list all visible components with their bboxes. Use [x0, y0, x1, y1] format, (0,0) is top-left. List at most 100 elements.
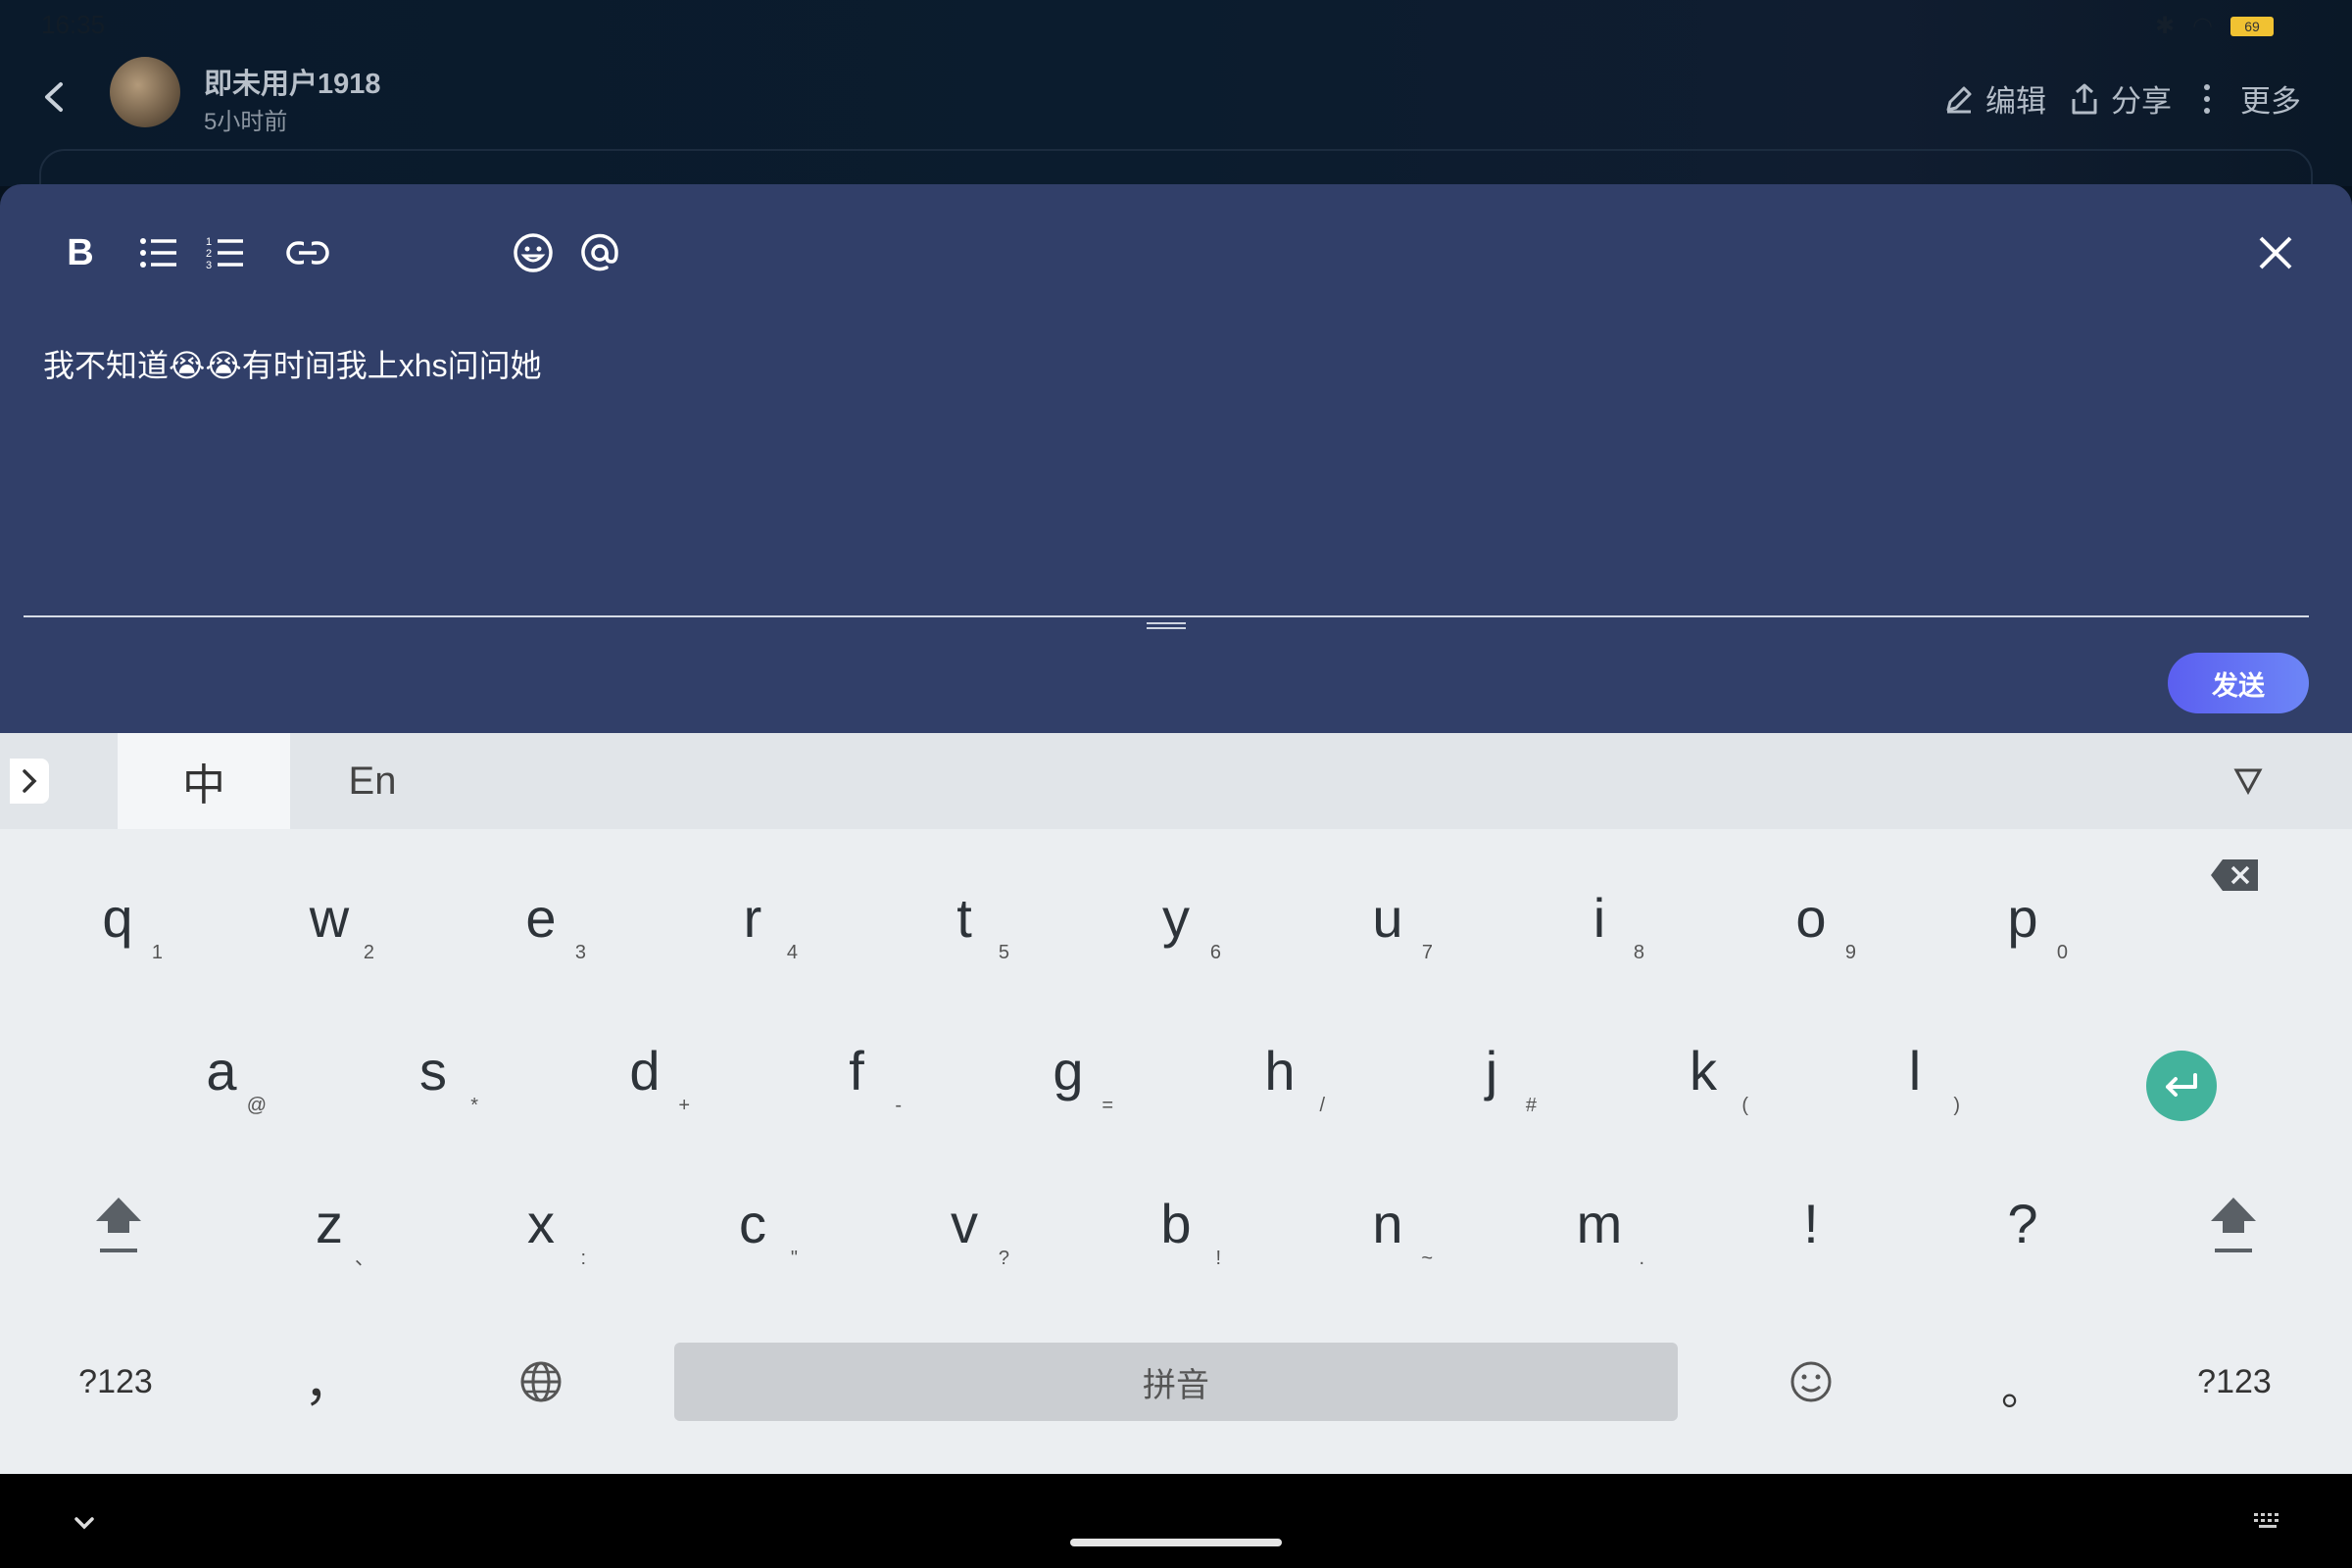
key-hint: 9: [1844, 942, 1856, 963]
shift-icon: [96, 1198, 141, 1252]
at-icon: [581, 233, 618, 271]
key-q[interactable]: q1: [59, 866, 176, 974]
link-button[interactable]: [280, 225, 335, 280]
key-hint: 8: [1633, 942, 1644, 963]
shift-key-left[interactable]: [74, 1184, 163, 1272]
space-key[interactable]: 拼音: [674, 1343, 1678, 1421]
key-a[interactable]: a @: [163, 1019, 280, 1127]
key-k[interactable]: k(: [1644, 1019, 1762, 1127]
share-label: 分享: [2111, 84, 2172, 119]
key-label: u: [1372, 887, 1403, 949]
key-r[interactable]: r4: [694, 866, 811, 974]
key-label: !: [1803, 1193, 1819, 1254]
key-b[interactable]: b!: [1117, 1172, 1235, 1280]
backspace-key[interactable]: [2199, 841, 2270, 909]
key-s[interactable]: s *: [374, 1019, 492, 1127]
key-hint: 6: [1209, 942, 1221, 963]
key-u[interactable]: u7: [1329, 866, 1446, 974]
keyboard-switch-button[interactable]: [2252, 1509, 2283, 1533]
bold-icon: B: [67, 231, 94, 273]
key-hint: 3: [574, 942, 586, 963]
close-icon: [2259, 236, 2292, 270]
key-o[interactable]: o9: [1752, 866, 1870, 974]
key-label: m: [1576, 1193, 1623, 1254]
key-hint: .: [1639, 1248, 1644, 1269]
key-hint: ?: [998, 1248, 1009, 1269]
soft-keyboard: 中 En ?123 ， 拼音 。 ?123 q1 w2 e3 r4 t5 y6 u7 i8 o9…: [0, 733, 2352, 1474]
keyboard-toolbar: 中 En: [0, 733, 2352, 829]
svg-text:3: 3: [206, 260, 212, 270]
home-indicator[interactable]: [1070, 1539, 1282, 1546]
emoji-key[interactable]: [1760, 1343, 1862, 1421]
language-switch-key[interactable]: [490, 1343, 592, 1421]
comment-input[interactable]: 我不知道😭😭有时间我上xhs问问她: [43, 341, 542, 386]
key-exclamation[interactable]: !: [1752, 1172, 1870, 1280]
key-label: l: [1908, 1040, 1922, 1102]
key-label: c: [739, 1193, 766, 1254]
hide-keyboard-button[interactable]: [71, 1509, 98, 1537]
avatar[interactable]: [110, 57, 180, 127]
key-label: f: [849, 1040, 864, 1102]
edit-button[interactable]: 编辑: [1942, 76, 2046, 121]
share-button[interactable]: 分享: [2068, 76, 2172, 121]
bluetooth-icon: ✱: [2154, 13, 2176, 39]
numbered-list-button[interactable]: 1 2 3: [198, 225, 253, 280]
symbols-key-right[interactable]: ?123: [2176, 1343, 2293, 1421]
key-hint: *: [470, 1095, 478, 1116]
key-hint: 5: [998, 942, 1009, 963]
key-question[interactable]: ?: [1964, 1172, 2082, 1280]
emoji-button[interactable]: [506, 225, 561, 280]
symbols-key-left[interactable]: ?123: [57, 1343, 174, 1421]
key-hint: ~: [1421, 1248, 1433, 1269]
share-icon: [2072, 83, 2097, 114]
key-e[interactable]: e3: [482, 866, 600, 974]
key-hint: @: [246, 1095, 267, 1116]
key-p[interactable]: p0: [1964, 866, 2082, 974]
enter-key[interactable]: [2146, 1051, 2217, 1121]
key-label: s: [419, 1040, 447, 1102]
expand-toolbar-button[interactable]: [10, 759, 49, 804]
key-z[interactable]: z、: [270, 1172, 388, 1280]
comma-key[interactable]: ，: [270, 1339, 388, 1417]
key-x[interactable]: x:: [482, 1172, 600, 1280]
key-f[interactable]: f-: [798, 1019, 915, 1127]
key-y[interactable]: y6: [1117, 866, 1235, 974]
key-label: p: [2007, 887, 2038, 949]
backspace-icon: [2211, 859, 2258, 891]
key-hint: :: [580, 1248, 586, 1269]
key-i[interactable]: i8: [1541, 866, 1658, 974]
key-v[interactable]: v?: [906, 1172, 1023, 1280]
collapse-keyboard-button[interactable]: [2230, 762, 2270, 802]
back-button[interactable]: [35, 73, 74, 122]
send-button[interactable]: 发送: [2168, 653, 2309, 713]
key-d[interactable]: d +: [586, 1019, 704, 1127]
key-m[interactable]: m.: [1541, 1172, 1658, 1280]
english-mode-tab[interactable]: En: [323, 733, 421, 829]
bold-button[interactable]: B: [53, 225, 108, 280]
more-button[interactable]: 更多: [2197, 76, 2301, 121]
key-c[interactable]: c ": [694, 1172, 811, 1280]
key-hint: 、: [355, 1248, 374, 1269]
chinese-mode-tab[interactable]: 中: [118, 733, 290, 829]
close-button[interactable]: [2248, 225, 2303, 280]
wifi-icon: ◠: [2192, 13, 2213, 39]
key-w[interactable]: w2: [270, 866, 388, 974]
key-hint: ": [790, 1248, 798, 1269]
key-label: ?: [2007, 1193, 2038, 1254]
bullet-list-button[interactable]: [131, 225, 186, 280]
post-header: 16:35 ✱ ◠ 69 即未用户1918 5小时前 编辑 分享 更多: [0, 0, 2352, 212]
key-t[interactable]: t5: [906, 866, 1023, 974]
username[interactable]: 即未用户1918: [204, 61, 381, 102]
pencil-icon: [1946, 86, 1972, 113]
globe-icon: [520, 1361, 562, 1402]
mention-button[interactable]: [572, 225, 627, 280]
key-j[interactable]: j #: [1433, 1019, 1550, 1127]
key-g[interactable]: g =: [1009, 1019, 1127, 1127]
drag-handle[interactable]: [1147, 619, 1186, 633]
key-n[interactable]: n ~: [1329, 1172, 1446, 1280]
period-key[interactable]: 。: [1964, 1347, 2082, 1425]
key-l[interactable]: l): [1856, 1019, 1974, 1127]
key-h[interactable]: h /: [1221, 1019, 1339, 1127]
shift-key-right[interactable]: [2189, 1184, 2278, 1272]
comment-composer: B 1 2 3 我不知道😭😭有时间我上xhs问问她 发送: [0, 184, 2352, 733]
